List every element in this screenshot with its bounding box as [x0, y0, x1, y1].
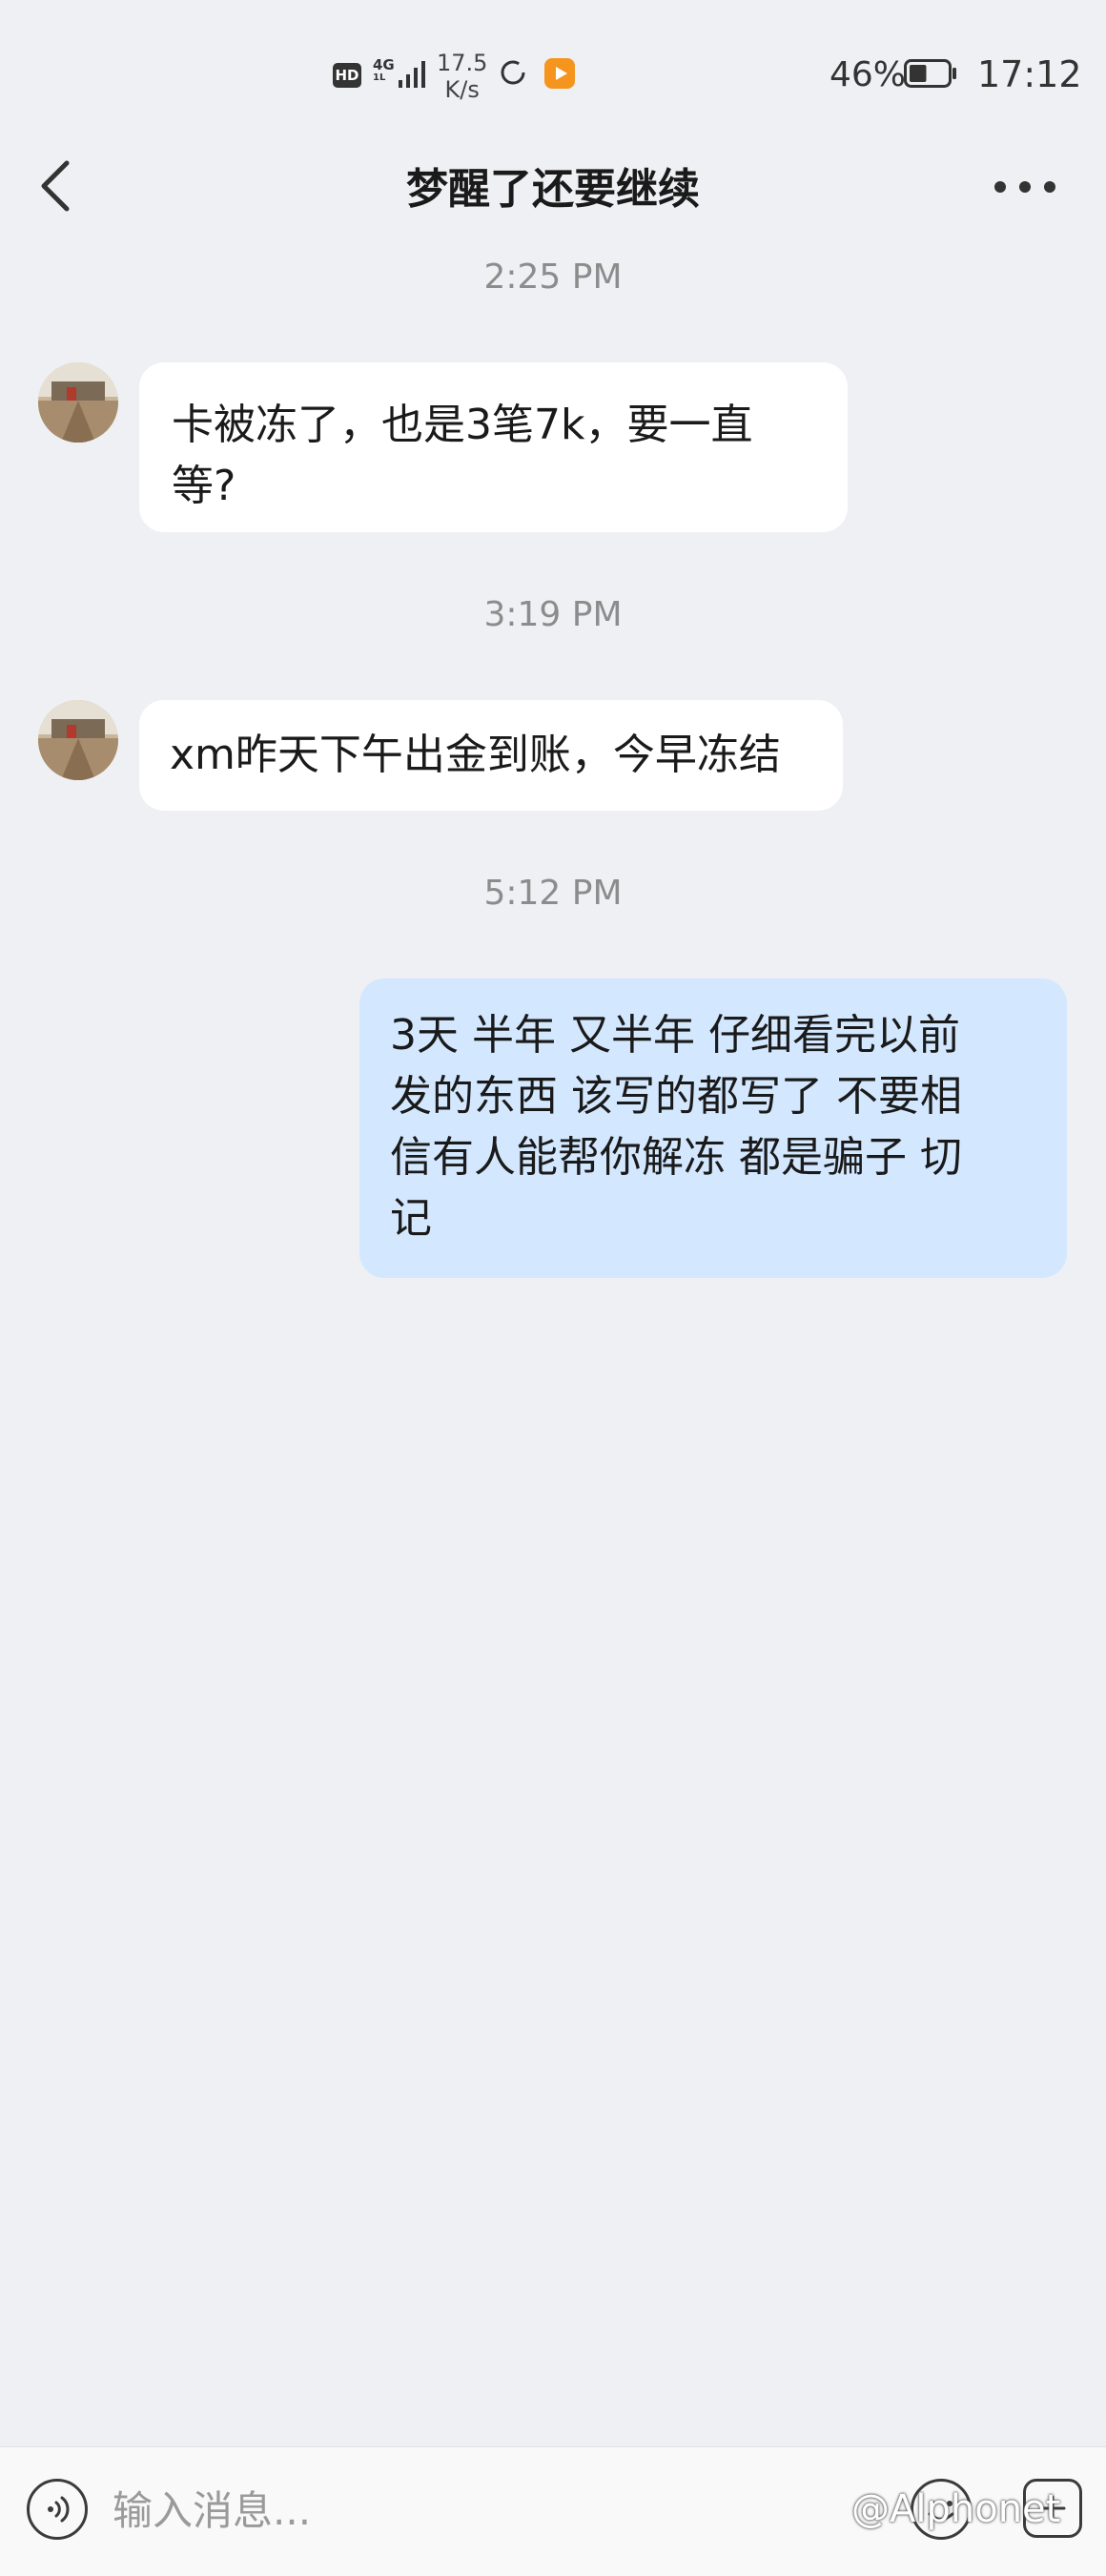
- status-bar: HD 4G 1L 17.5 K/s 46% 17:12: [0, 0, 1106, 153]
- chat-header: 梦醒了还要继续: [0, 134, 1106, 238]
- network-type-top: 4G: [373, 56, 395, 73]
- voice-input-button[interactable]: [27, 2479, 88, 2540]
- signal-icon: [399, 61, 425, 88]
- watermark: @Alphonet: [851, 2487, 1061, 2531]
- battery-icon: [904, 59, 956, 88]
- outgoing-message[interactable]: 3天 半年 又半年 仔细看完以前 发的东西 该写的都写了 不要相 信有人能帮你解…: [359, 979, 1067, 1278]
- video-app-icon: [544, 58, 575, 89]
- network-type: 4G 1L: [373, 57, 395, 84]
- chat-title: 梦醒了还要继续: [406, 165, 700, 214]
- message-line: 信有人能帮你解冻 都是骗子 切: [390, 1133, 962, 1182]
- message-input[interactable]: [111, 2476, 782, 2545]
- message-line: xm昨天下午出金到账，今早冻结: [170, 731, 781, 779]
- clock: 17:12: [977, 53, 1082, 95]
- hd-badge: HD: [333, 63, 361, 88]
- incoming-message[interactable]: xm昨天下午出金到账，今早冻结: [139, 700, 843, 811]
- more-options-button[interactable]: [987, 160, 1063, 214]
- network-speed: 17.5 K/s: [437, 50, 487, 103]
- message-timestamp: 5:12 PM: [483, 874, 623, 913]
- avatar[interactable]: [38, 700, 118, 780]
- message-line: 等?: [172, 462, 236, 510]
- incoming-message[interactable]: 卡被冻了，也是3笔7k，要一直 等?: [139, 362, 848, 532]
- network-speed-unit: K/s: [444, 76, 480, 103]
- message-timestamp: 2:25 PM: [483, 258, 623, 297]
- message-timestamp: 3:19 PM: [483, 595, 623, 634]
- more-dots-icon: [994, 181, 1055, 193]
- message-line: 记: [390, 1194, 432, 1243]
- battery-percent: 46%: [830, 55, 907, 94]
- avatar[interactable]: [38, 362, 118, 443]
- message-line: 3天 半年 又半年 仔细看完以前: [390, 1011, 960, 1060]
- network-type-bottom: 1L: [373, 72, 386, 83]
- message-line: 发的东西 该写的都写了 不要相: [390, 1072, 962, 1121]
- voice-icon: [48, 2496, 70, 2523]
- network-speed-value: 17.5: [437, 50, 488, 76]
- sync-icon: [501, 60, 525, 85]
- message-line: 卡被冻了，也是3笔7k，要一直: [172, 401, 753, 449]
- message-composer: @Alphonet: [0, 2446, 1106, 2576]
